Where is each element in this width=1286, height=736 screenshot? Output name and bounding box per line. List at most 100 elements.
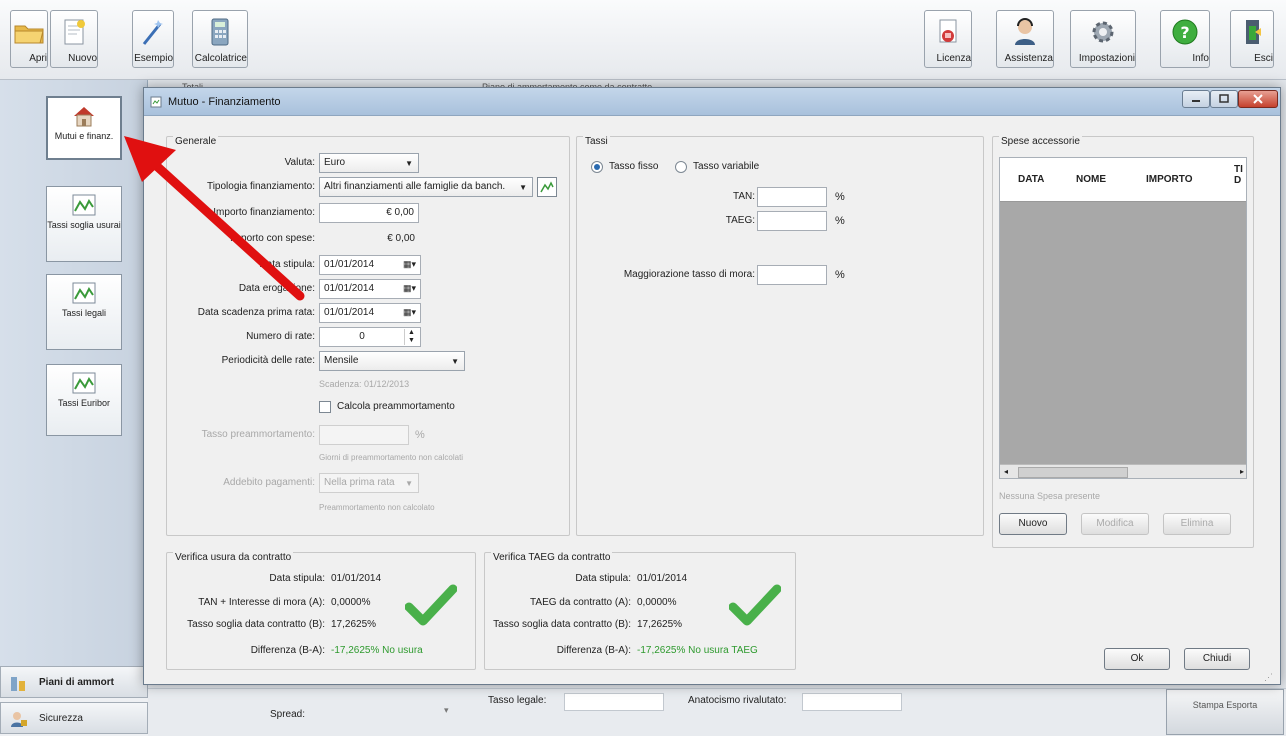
chart-icon <box>540 181 554 193</box>
spese-table[interactable]: DATA NOME IMPORTO TI D ◂ ▸ <box>999 157 1247 479</box>
verifica-usura-group: Verifica usura da contratto Data stipula… <box>166 552 476 670</box>
window-app-icon <box>150 96 162 108</box>
column-header-nome[interactable]: NOME <box>1076 174 1106 185</box>
tan-input[interactable] <box>757 187 827 207</box>
chart-icon <box>72 372 96 394</box>
maggiorazione-input[interactable] <box>757 265 827 285</box>
svg-text:?: ? <box>1180 23 1189 42</box>
ok-button[interactable]: Ok <box>1104 648 1170 670</box>
calendar-icon[interactable]: ▦▾ <box>403 307 416 318</box>
impostazioni-button[interactable]: Impostazioni <box>1070 10 1136 68</box>
sidebar-item-tassi-soglia[interactable]: Tassi soglia usurai <box>46 186 122 262</box>
usura-stipula-value: 01/01/2014 <box>331 573 382 584</box>
column-header-data[interactable]: DATA <box>1018 174 1044 185</box>
assistenza-button[interactable]: Assistenza <box>996 10 1054 68</box>
taeg-contratto-value: 0,0000% <box>637 597 677 608</box>
piani-icon <box>11 677 25 691</box>
numero-rate-label: Numero di rate: <box>246 331 315 342</box>
calcolatrice-button[interactable]: Calcolatrice <box>192 10 248 68</box>
usura-diff-label: Differenza (B-A): <box>250 645 325 656</box>
elimina-spesa-button[interactable]: Elimina <box>1163 513 1231 535</box>
data-erogazione-picker[interactable]: 01/01/2014 ▦▾ <box>319 279 421 299</box>
data-stipula-picker[interactable]: 01/01/2014 ▦▾ <box>319 255 421 275</box>
data-scadenza-label: Data scadenza prima rata: <box>197 307 315 318</box>
info-button[interactable]: ? Info <box>1160 10 1210 68</box>
numero-rate-stepper[interactable]: 0 ▲ ▼ <box>319 327 421 347</box>
scroll-left-icon[interactable]: ◂ <box>1004 467 1008 476</box>
calcola-preammortamento-label: Calcola preammortamento <box>337 401 455 412</box>
chart-icon <box>72 194 96 216</box>
nav-piani-ammortamento[interactable]: Piani di ammort <box>0 666 148 698</box>
tipologia-dropdown[interactable]: Altri finanziamenti alle famiglie da ban… <box>319 177 533 197</box>
valuta-dropdown[interactable]: Euro ▼ <box>319 153 419 173</box>
nuovo-spesa-button[interactable]: Nuovo <box>999 513 1067 535</box>
spese-title: Spese accessorie <box>999 136 1082 147</box>
settings-gear-icon <box>1092 21 1114 43</box>
taeg-diff-value: -17,2625% No usura TAEG <box>637 645 758 656</box>
spread-dropdown-arrow[interactable]: ▾ <box>444 705 449 716</box>
scroll-right-icon[interactable]: ▸ <box>1240 467 1244 476</box>
tasso-variabile-radio[interactable] <box>675 161 687 173</box>
dialog-titlebar[interactable]: Mutuo - Finanziamento <box>144 88 1280 116</box>
calcola-preammortamento-checkbox[interactable] <box>319 401 331 413</box>
main-toolbar: Apri Nuovo Esempio Calcolatrice Licenza … <box>0 0 1286 80</box>
chart-icon <box>72 282 96 304</box>
horizontal-scrollbar[interactable]: ◂ ▸ <box>1000 464 1246 478</box>
spese-table-header: DATA NOME IMPORTO TI D <box>1000 158 1246 202</box>
tasso-preammortamento-input[interactable] <box>319 425 409 445</box>
periodicita-label: Periodicità delle rate: <box>221 355 315 366</box>
maggiorazione-percent: % <box>835 269 845 281</box>
data-stipula-label: Data stipula: <box>259 259 315 270</box>
tasso-legale-input[interactable] <box>564 693 664 711</box>
importo-input[interactable]: € 0,00 <box>319 203 419 223</box>
scrollbar-thumb[interactable] <box>1018 467 1128 478</box>
maximize-button[interactable] <box>1210 90 1238 108</box>
sidebar-item-tassi-euribor[interactable]: Tassi Euribor <box>46 364 122 436</box>
stampa-esporta-button[interactable]: Stampa Esporta <box>1166 689 1284 735</box>
taeg-diff-label: Differenza (B-A): <box>556 645 631 656</box>
tan-label: TAN: <box>732 191 755 202</box>
usura-diff-value: -17,2625% No usura <box>331 645 423 656</box>
tasso-fisso-radio[interactable] <box>591 161 603 173</box>
anatocismo-input[interactable] <box>802 693 902 711</box>
calendar-icon[interactable]: ▦▾ <box>403 283 416 294</box>
data-scadenza-picker[interactable]: 01/01/2014 ▦▾ <box>319 303 421 323</box>
calendar-icon[interactable]: ▦▾ <box>403 259 416 270</box>
checkmark-icon <box>729 584 781 626</box>
taeg-input[interactable] <box>757 211 827 231</box>
taeg-soglia-label: Tasso soglia data contratto (B): <box>493 619 631 630</box>
close-button[interactable] <box>1238 90 1278 108</box>
chiudi-button[interactable]: Chiudi <box>1184 648 1250 670</box>
column-header-ti[interactable]: TI D <box>1234 164 1246 186</box>
close-icon <box>1253 94 1263 104</box>
tipologia-info-button[interactable] <box>537 177 557 197</box>
sidebar-item-tassi-legali[interactable]: Tassi legali <box>46 274 122 350</box>
taeg-stipula-value: 01/01/2014 <box>637 573 688 584</box>
esci-button[interactable]: Esci <box>1230 10 1274 68</box>
support-agent-icon <box>1015 18 1035 45</box>
apri-button[interactable]: Apri <box>10 10 48 68</box>
usura-tan-value: 0,0000% <box>331 597 371 608</box>
verifica-taeg-title: Verifica TAEG da contratto <box>491 552 613 563</box>
nav-sicurezza[interactable]: Sicurezza <box>0 702 148 734</box>
chevron-down-icon: ▼ <box>405 159 413 168</box>
modifica-spesa-button[interactable]: Modifica <box>1081 513 1149 535</box>
left-sidebar: Mutui e finanz. Tassi soglia usurai Tass… <box>0 80 148 666</box>
addebito-label: Addebito pagamenti: <box>223 477 315 488</box>
sidebar-item-mutui[interactable]: Mutui e finanz. <box>46 96 122 160</box>
resize-grip-icon[interactable]: ⋰ <box>1264 672 1273 683</box>
minimize-button[interactable] <box>1182 90 1210 108</box>
usura-tan-label: TAN + Interesse di mora (A): <box>198 597 325 608</box>
stepper-arrows-icon[interactable]: ▲ ▼ <box>404 329 418 345</box>
column-header-importo[interactable]: IMPORTO <box>1146 174 1192 185</box>
licenza-button[interactable]: Licenza <box>924 10 972 68</box>
security-icon <box>11 712 27 727</box>
addebito-dropdown[interactable]: Nella prima rata ▼ <box>319 473 419 493</box>
periodicita-dropdown[interactable]: Mensile ▼ <box>319 351 465 371</box>
mutuo-finanziamento-dialog: Mutuo - Finanziamento Generale Valuta: E… <box>143 87 1281 685</box>
generale-group: Generale Valuta: Euro ▼ Tipologia finanzi… <box>166 136 570 536</box>
nuovo-button[interactable]: Nuovo <box>50 10 98 68</box>
esempio-button[interactable]: Esempio <box>132 10 174 68</box>
tassi-title: Tassi <box>583 136 610 147</box>
tasso-variabile-label: Tasso variabile <box>693 161 760 172</box>
